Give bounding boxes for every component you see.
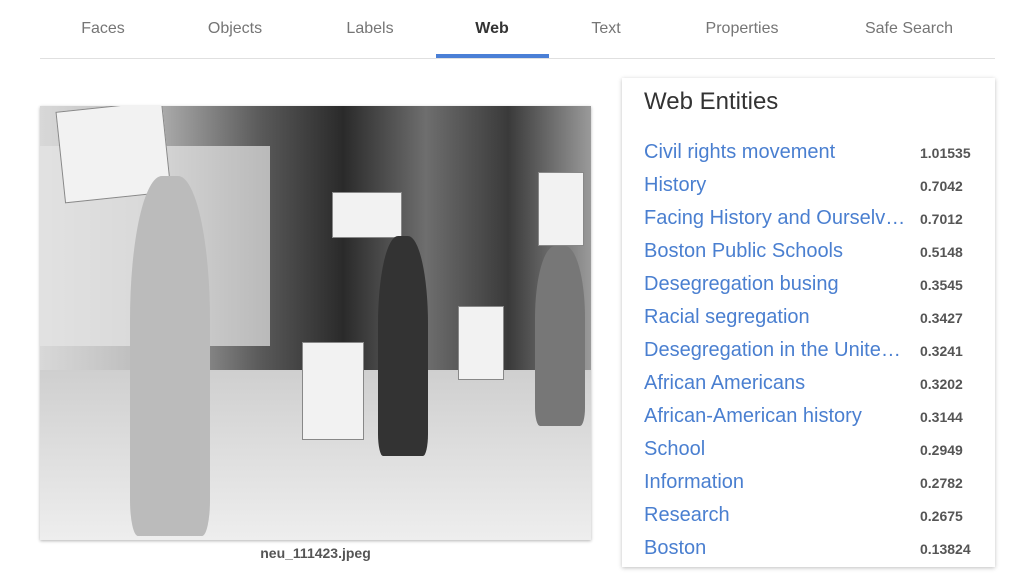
web-entity-link[interactable]: Research	[644, 504, 906, 527]
tab-properties[interactable]: Properties	[706, 0, 779, 58]
web-entity-score: 0.3427	[920, 310, 963, 326]
web-entity-link[interactable]: Boston	[644, 537, 906, 560]
tab-faces[interactable]: Faces	[81, 0, 125, 58]
active-tab-indicator	[436, 54, 549, 58]
tab-safe-search[interactable]: Safe Search	[865, 0, 953, 58]
web-entity-row: Information 0.2782	[644, 467, 984, 500]
web-entity-score: 0.2949	[920, 442, 963, 458]
tab-text[interactable]: Text	[591, 0, 620, 58]
uploaded-photo	[40, 106, 591, 540]
web-entity-link[interactable]: Racial segregation	[644, 306, 906, 329]
web-entity-row: Boston Public Schools 0.5148	[644, 236, 984, 269]
web-entity-score: 0.5148	[920, 244, 963, 260]
web-entity-score: 0.2782	[920, 475, 963, 491]
web-entities-card: Web Entities Civil rights movement 1.0153…	[622, 78, 995, 567]
photo-sign	[302, 342, 364, 440]
web-entity-link[interactable]: Boston Public Schools	[644, 240, 906, 263]
web-entity-score: 0.7012	[920, 211, 963, 227]
web-entity-score: 1.01535	[920, 145, 971, 161]
web-entity-row: Desegregation in the United States 0.3241	[644, 335, 984, 368]
web-entity-score: 0.13824	[920, 541, 971, 557]
web-entity-row: Boston 0.13824	[644, 533, 984, 566]
photo-person	[535, 246, 585, 426]
web-entity-score: 0.7042	[920, 178, 963, 194]
web-entity-link[interactable]: Desegregation busing	[644, 273, 906, 296]
web-entity-row: Racial segregation 0.3427	[644, 302, 984, 335]
web-entity-score: 0.3144	[920, 409, 963, 425]
web-entity-link[interactable]: Facing History and Ourselves	[644, 207, 906, 230]
web-entity-row: School 0.2949	[644, 434, 984, 467]
web-entity-link[interactable]: Civil rights movement	[644, 141, 906, 164]
web-entity-row: African Americans 0.3202	[644, 368, 984, 401]
web-entity-link[interactable]: School	[644, 438, 906, 461]
photo-sign	[538, 172, 584, 246]
tab-objects[interactable]: Objects	[208, 0, 262, 58]
web-entity-link[interactable]: History	[644, 174, 906, 197]
web-entity-link[interactable]: African Americans	[644, 372, 906, 395]
web-entity-score: 0.3202	[920, 376, 963, 392]
web-entity-row: Research 0.2675	[644, 500, 984, 533]
web-entity-row: Facing History and Ourselves 0.7012	[644, 203, 984, 236]
web-entity-row: Civil rights movement 1.01535	[644, 137, 984, 170]
web-entity-row: History 0.7042	[644, 170, 984, 203]
image-filename: neu_111423.jpeg	[260, 545, 371, 561]
web-entity-link[interactable]: African-American history	[644, 405, 906, 428]
web-entity-score: 0.3545	[920, 277, 963, 293]
tab-labels[interactable]: Labels	[346, 0, 393, 58]
card-title: Web Entities	[644, 88, 779, 115]
web-entity-score: 0.2675	[920, 508, 963, 524]
photo-sign	[332, 192, 402, 238]
tab-bar: Faces Objects Labels Web Text Properties…	[40, 0, 995, 59]
photo-person	[130, 176, 210, 536]
web-entity-score: 0.3241	[920, 343, 963, 359]
web-entity-row: African-American history 0.3144	[644, 401, 984, 434]
web-entity-link[interactable]: Desegregation in the United States	[644, 339, 906, 362]
web-entity-link[interactable]: Information	[644, 471, 906, 494]
tab-web[interactable]: Web	[475, 0, 508, 58]
web-entity-row: Desegregation busing 0.3545	[644, 269, 984, 302]
photo-sign	[458, 306, 504, 380]
photo-person	[378, 236, 428, 456]
